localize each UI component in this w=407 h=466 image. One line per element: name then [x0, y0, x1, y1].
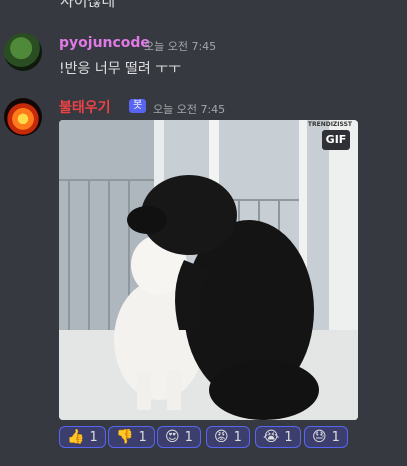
previous-message-fragment: 사이잖네 [60, 0, 116, 10]
bot-badge: 봇 [129, 99, 147, 113]
timestamp: 오늘 오전 7:45 [144, 40, 217, 53]
gif-watermark: TRENDIZISST [307, 121, 352, 128]
gif-badge: GIF [322, 130, 350, 150]
angry-face-icon: 😡 [214, 429, 229, 445]
reaction-count: 1 [138, 429, 147, 445]
reaction-thumbs-up[interactable]: 👍 1 [59, 426, 106, 448]
reaction-count: 1 [184, 429, 193, 445]
avatar[interactable] [4, 33, 42, 71]
reaction-angry[interactable]: 😡 1 [206, 426, 250, 448]
reaction-sweat[interactable]: 😓 1 [304, 426, 348, 448]
username[interactable]: 불태우기 [59, 97, 111, 117]
reaction-thumbs-down[interactable]: 👎 1 [108, 426, 155, 448]
sweat-face-icon: 😓 [312, 429, 327, 445]
timestamp: 오늘 오전 7:45 [153, 103, 226, 116]
reaction-count: 1 [284, 429, 293, 445]
thumbs-down-icon: 👎 [116, 429, 134, 445]
gif-image [59, 120, 358, 420]
reaction-heart-eyes[interactable]: 😍 1 [157, 426, 201, 448]
reaction-crying[interactable]: 😭 1 [255, 426, 301, 448]
reaction-count: 1 [233, 429, 242, 445]
username[interactable]: pyojuncode [59, 35, 150, 51]
avatar[interactable] [4, 98, 42, 136]
message-text: !반응 너무 떨려 ㅜㅜ [59, 61, 182, 77]
heart-eyes-icon: 😍 [165, 429, 180, 445]
gif-embed[interactable]: TRENDIZISST GIF [59, 120, 358, 420]
reaction-count: 1 [331, 429, 340, 445]
crying-face-icon: 😭 [263, 429, 280, 445]
thumbs-up-icon: 👍 [67, 429, 85, 445]
reaction-count: 1 [89, 429, 98, 445]
